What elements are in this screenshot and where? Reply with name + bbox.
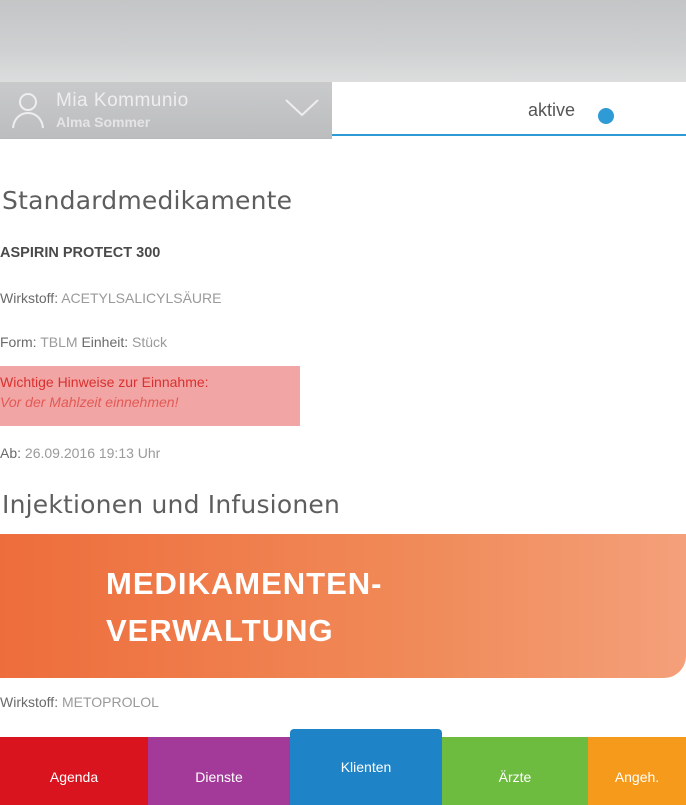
tab-aktive-label: aktive — [528, 100, 576, 120]
form-line: Form: TBLM Einheit: Stück — [0, 334, 167, 350]
section-title-standard: Standardmedikamente — [2, 186, 293, 215]
form-value: TBLM — [40, 334, 78, 350]
nav-tab-agenda[interactable]: Agenda — [0, 737, 148, 805]
nav-tab-agenda-label: Agenda — [49, 769, 99, 785]
nav-tab-dienste-label: Dienste — [195, 769, 243, 785]
medication-name[interactable]: ASPIRIN PROTECT 300 — [0, 245, 160, 261]
form-label: Form: — [0, 334, 37, 350]
intake-alert: Wichtige Hinweise zur Einnahme: Vor der … — [0, 366, 300, 426]
wirkstoff2-value: METOPROLOL — [61, 694, 159, 710]
wirkstoff-value: ACETYLSALICYLSÄURE — [61, 290, 222, 306]
ab-label: Ab: — [0, 445, 22, 461]
banner-text: MEDIKAMENTEN- VERWALTUNG — [106, 560, 383, 654]
banner-line-1: MEDIKAMENTEN- — [106, 566, 383, 601]
section-title-injektionen: Injektionen und Infusionen — [2, 490, 340, 519]
nav-tab-klienten[interactable]: Klienten — [290, 729, 442, 805]
banner-line-2: VERWALTUNG — [106, 613, 334, 648]
nav-tab-more-label: Angeh. — [614, 769, 660, 785]
wirkstoff-label: Wirkstoff: — [0, 290, 59, 306]
wirkstoff2-label: Wirkstoff: — [0, 694, 59, 710]
bottom-nav: Agenda Dienste Klienten Ärzte Angeh. — [0, 729, 686, 805]
einheit-label: Einheit: — [81, 334, 129, 350]
user-subtitle: Alma Sommer — [56, 114, 151, 130]
user-icon — [12, 93, 44, 129]
status-dot-icon — [598, 108, 614, 124]
user-selector[interactable]: Mia Kommunio Alma Sommer — [0, 82, 332, 139]
nav-tab-aerzte[interactable]: Ärzte — [442, 737, 588, 805]
nav-tab-dienste[interactable]: Dienste — [148, 737, 290, 805]
user-name: Mia Kommunio — [56, 90, 189, 111]
nav-tab-more[interactable]: Angeh. — [588, 737, 686, 805]
feature-banner: MEDIKAMENTEN- VERWALTUNG — [0, 534, 686, 678]
ab-line: Ab: 26.09.2016 19:13 Uhr — [0, 445, 160, 461]
einheit-value: Stück — [132, 334, 168, 350]
tab-aktive[interactable]: aktive — [332, 82, 686, 136]
chevron-down-icon[interactable] — [282, 96, 322, 120]
top-bar — [0, 0, 686, 82]
app-screen: Mia Kommunio Alma Sommer aktive Standard… — [0, 0, 686, 805]
alert-title: Wichtige Hinweise zur Einnahme: — [0, 374, 209, 390]
nav-tab-klienten-label: Klienten — [340, 759, 392, 775]
wirkstoff2-line: Wirkstoff: METOPROLOL — [0, 694, 159, 710]
ab-value: 26.09.2016 19:13 Uhr — [24, 445, 161, 461]
nav-tab-aerzte-label: Ärzte — [498, 769, 532, 785]
wirkstoff-line: Wirkstoff: ACETYLSALICYLSÄURE — [0, 290, 222, 306]
header: Mia Kommunio Alma Sommer aktive — [0, 82, 686, 142]
alert-text: Vor der Mahlzeit einnehmen! — [0, 394, 179, 410]
